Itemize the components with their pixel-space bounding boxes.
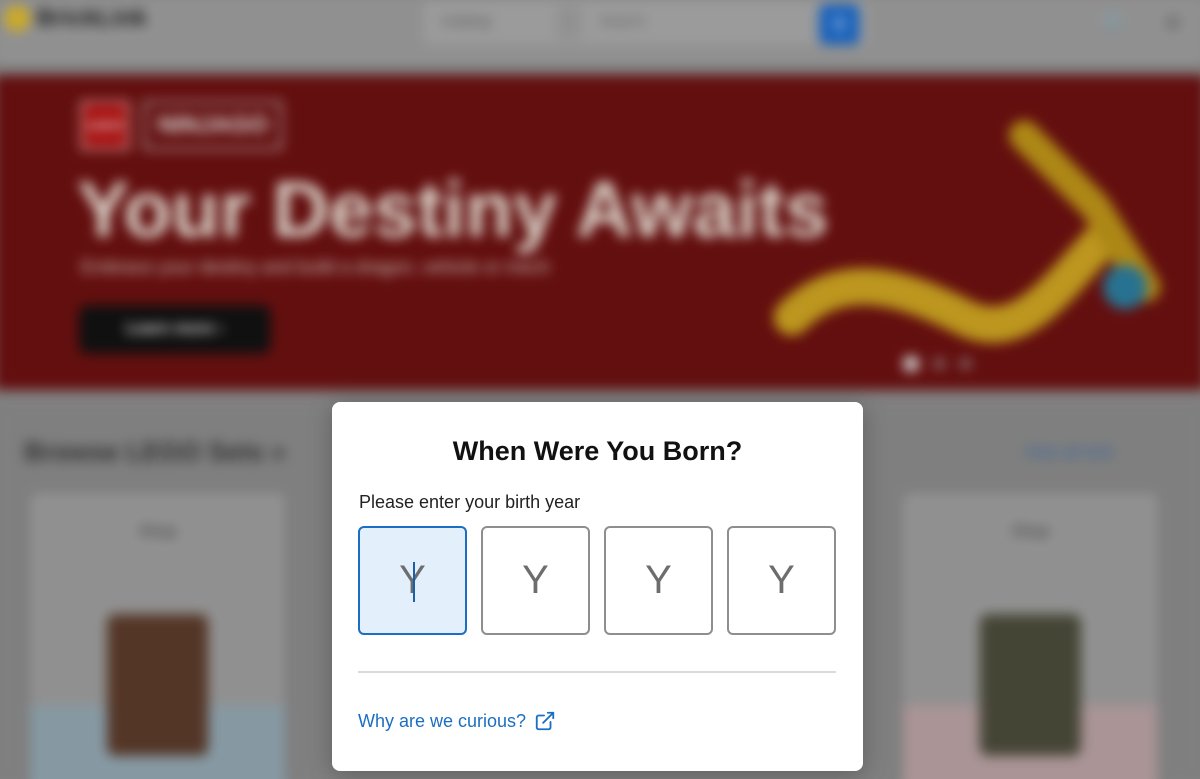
dialog-divider xyxy=(358,671,836,673)
year-digit-box[interactable] xyxy=(358,526,467,635)
birth-year-dialog: When Were You Born? Please enter your bi… xyxy=(332,402,863,771)
year-digit-box[interactable] xyxy=(481,526,590,635)
year-digit-box[interactable] xyxy=(727,526,836,635)
year-digit-2-input[interactable] xyxy=(483,527,588,634)
year-digit-4-input[interactable] xyxy=(729,527,834,634)
why-curious-label: Why are we curious? xyxy=(358,710,527,731)
external-link-icon xyxy=(535,711,555,731)
page: BrickLink Catalog Search ⚲ 🛒 ☺ LEGO NINJ… xyxy=(0,0,1200,779)
birth-year-inputs xyxy=(358,526,836,635)
year-digit-3-input[interactable] xyxy=(606,527,711,634)
dialog-title: When Were You Born? xyxy=(452,436,743,466)
year-digit-box[interactable] xyxy=(604,526,713,635)
text-caret xyxy=(413,562,415,602)
why-curious-link[interactable]: Why are we curious? xyxy=(358,710,556,732)
birth-year-label: Please enter your birth year xyxy=(359,492,581,512)
